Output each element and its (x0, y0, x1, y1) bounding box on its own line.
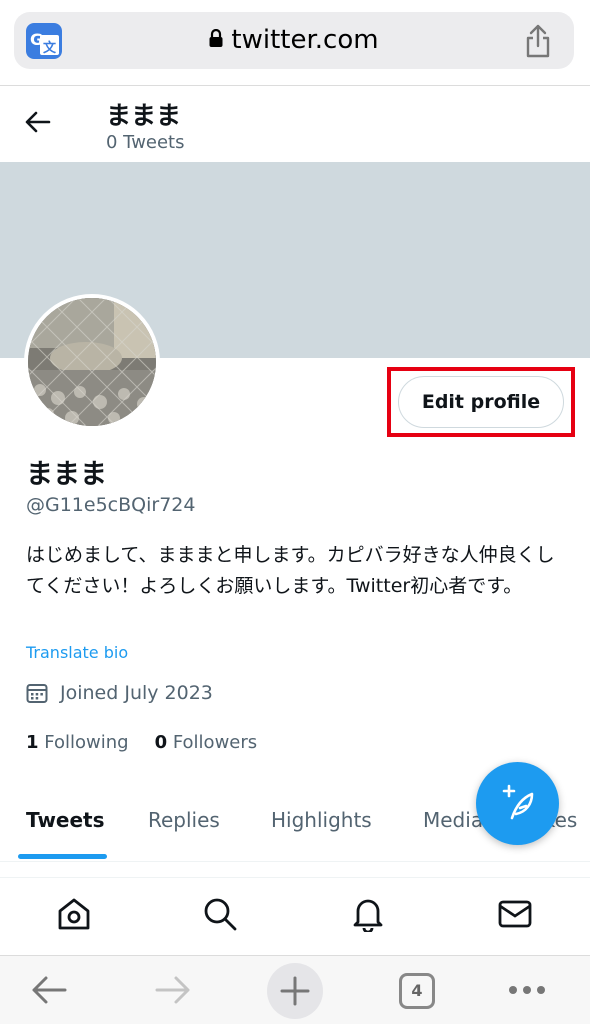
avatar[interactable] (24, 294, 160, 430)
tab-tweets[interactable]: Tweets (26, 808, 105, 832)
more-icon[interactable] (508, 984, 546, 996)
compose-tweet-button[interactable] (476, 762, 559, 845)
active-tab-indicator (18, 854, 107, 859)
joined-text: Joined July 2023 (60, 682, 213, 704)
following-link[interactable]: 1 Following (26, 732, 129, 753)
follow-stats: 1 Following 0 Followers (26, 732, 257, 753)
url-text[interactable]: twitter.com (14, 25, 574, 55)
avatar-photo (28, 298, 156, 426)
joined-date: Joined July 2023 (26, 682, 213, 704)
new-tab-button[interactable] (267, 963, 323, 1019)
twitter-bottom-nav (0, 877, 590, 955)
header-name: ままま (106, 101, 182, 130)
followers-count: 0 (154, 732, 168, 753)
handle: @G11e5cBQir724 (26, 494, 196, 516)
tab-switcher-button[interactable]: 4 (399, 973, 435, 1009)
search-icon[interactable] (202, 896, 238, 932)
display-name: ままま (26, 459, 107, 490)
browser-url-bar: G 文 twitter.com (0, 0, 590, 86)
home-icon[interactable] (56, 896, 92, 932)
mail-icon[interactable] (497, 896, 533, 932)
header-tweet-count: 0 Tweets (106, 132, 185, 153)
back-arrow-icon[interactable] (24, 108, 52, 136)
bell-icon[interactable] (350, 896, 386, 932)
following-label: Following (44, 732, 129, 753)
tab-replies[interactable]: Replies (148, 808, 220, 832)
tab-highlights[interactable]: Highlights (271, 808, 372, 832)
browser-forward-icon[interactable] (154, 974, 192, 1006)
followers-label: Followers (172, 732, 258, 753)
share-icon[interactable] (524, 24, 552, 58)
bio: はじめまして、まままと申します。カピバラ好きな人仲良くしてください！よろしくお願… (26, 544, 555, 597)
following-count: 1 (26, 732, 39, 753)
compose-feather-icon (502, 784, 533, 819)
profile-header-bar: ままま 0 Tweets (0, 86, 590, 162)
translate-bio-link[interactable]: Translate bio (26, 643, 128, 662)
followers-link[interactable]: 0 Followers (155, 732, 258, 753)
calendar-icon (26, 684, 48, 703)
url-label: twitter.com (231, 25, 379, 55)
tab-media[interactable]: Media (423, 808, 483, 832)
browser-back-icon[interactable] (30, 974, 68, 1006)
address-field[interactable]: G 文 twitter.com (14, 12, 574, 69)
browser-toolbar: 4 (0, 955, 590, 1024)
plus-icon (280, 976, 310, 1006)
edit-profile-button[interactable]: Edit profile (398, 376, 564, 428)
lock-icon (209, 28, 223, 47)
